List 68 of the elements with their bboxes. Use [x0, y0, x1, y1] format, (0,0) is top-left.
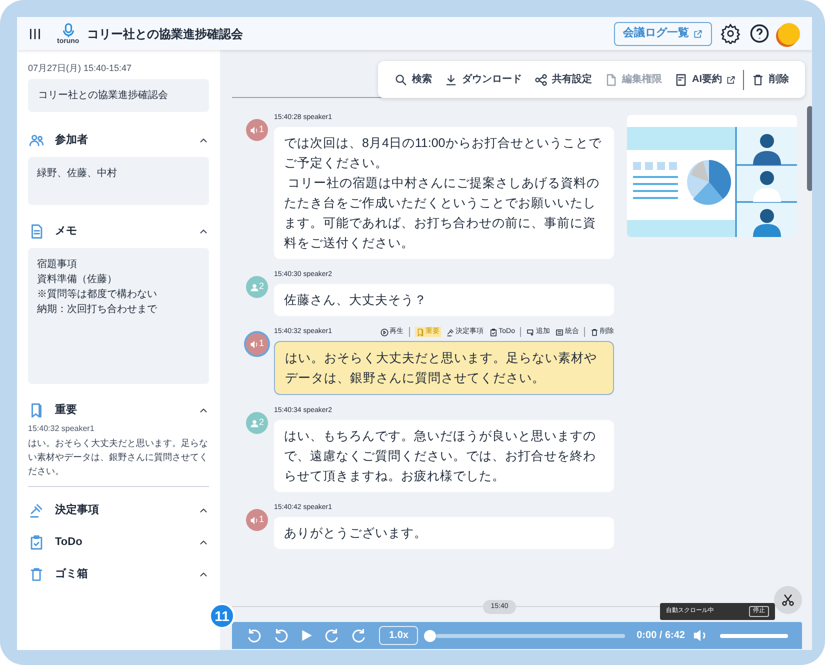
speaker-avatar: 1 [246, 509, 268, 531]
toolbar-button[interactable]: 検索 [394, 72, 432, 87]
playback-time: 0:00 / 6:42 [636, 629, 685, 643]
entry-meta: 15:40:32 speaker1 [28, 422, 96, 434]
play-icon [380, 328, 389, 336]
meeting-datetime: 07月27日(月) 15:40-15:47 [28, 62, 133, 75]
note-line: 緑野、佐藤、中村 [37, 166, 118, 180]
note-line: 資料準備（佐藤） [37, 272, 118, 286]
toolbar-button[interactable]: AI要約 [674, 72, 736, 87]
merge-icon [555, 328, 564, 336]
external-link-icon [726, 74, 736, 84]
volume-slider[interactable] [720, 634, 788, 638]
section-title: メモ [55, 224, 77, 239]
message-text: はい、もちろんです。急いだほうが良いと思いますので、遠慮なくご質問ください。では、お打合せを終わらせて頂きますね。お疲れ様でした。 [284, 428, 597, 485]
note-line: ※質問等は都度で構わない [37, 288, 158, 302]
trash-icon [590, 328, 599, 336]
gavel-icon [28, 502, 45, 518]
trash-icon [28, 566, 45, 582]
scissors-icon [781, 593, 795, 607]
speaker-avatar: 1 [246, 119, 268, 141]
toolbar-button[interactable]: 共有設定 [534, 72, 592, 87]
trash-icon [751, 72, 765, 86]
entry-text: はい。おそらく大丈夫だと思います。足らない素材やデータは、銀野さんに質問させてください。 [28, 436, 209, 478]
search-icon [394, 72, 408, 86]
add-icon [526, 328, 535, 336]
section-title: 決定事項 [55, 502, 99, 518]
menu-icon[interactable] [29, 28, 41, 40]
progress-track[interactable] [436, 634, 625, 638]
gavel-icon [446, 328, 455, 336]
section-title: 重要 [55, 402, 77, 418]
message-bubble[interactable]: 佐藤さん、大丈夫そう？ [274, 284, 614, 316]
progress-handle[interactable] [424, 630, 436, 642]
external-link-icon [693, 28, 703, 38]
speaker-avatar: 1 [246, 333, 268, 355]
toolbar-button[interactable]: 削除 [751, 72, 789, 87]
section-title: ToDo [55, 534, 82, 550]
message-bubble[interactable]: はい、もちろんです。急いだほうが良いと思いますので、遠慮なくご質問ください。では、お打合せを終わらせて頂きますね。お疲れ様でした。 [274, 420, 614, 492]
microphone-logo-icon [60, 22, 76, 38]
message-bubble[interactable]: はい。おそらく大丈夫だと思います。足らない素材やデータは、銀野さんに質問させてください。 [274, 341, 614, 395]
checkbox-icon [488, 328, 498, 336]
section-title: 参加者 [55, 132, 88, 148]
meeting-title: コリー社との協業進捗確認会 [87, 26, 244, 42]
message-bubble[interactable]: ありがとうございます。 [274, 517, 614, 549]
message-bubble[interactable]: では次回は、8月4日の11:00からお打合せということでご予定ください。 コリー社の宿題は中村さんにご提案さしあげる資料のたたき台をご作成いただくということでお願いいたします。可能であれば、お打ち合わせの前に、事前に資料をご送付ください。 [274, 127, 614, 259]
section-title: ゴミ箱 [55, 566, 88, 582]
document-icon [674, 72, 688, 86]
speaker-avatar: 2 [246, 412, 268, 434]
meeting-name-field[interactable]: コリー社との協業進捗確認会 [28, 78, 209, 112]
note-box[interactable]: 宿題事項 資料準備（佐藤） ※質問等は都度で構わない 納期：次回打ち合わせまで [28, 248, 209, 384]
message-text: 佐藤さん、大丈夫そう？ [284, 292, 428, 309]
note-line: 宿題事項 [37, 258, 78, 272]
toolbar-button[interactable]: ダウンロード [444, 72, 522, 87]
speaker-avatar: 2 [246, 276, 268, 298]
cut-button[interactable] [774, 586, 802, 614]
message-text: では次回は、8月4日の11:00からお打合せということでご予定ください。 [284, 135, 602, 172]
document-icon [604, 72, 618, 86]
share-icon [534, 72, 548, 86]
note-line: 納期：次回打ち合わせまで [37, 302, 158, 316]
message-text: コリー社の宿題は中村さんにご提案さしあげる資料のたたき台をご作成いただくということでお願いいたします。可能であれば、お打ち合わせの前に、事前に資料をご送付ください。 [284, 175, 600, 252]
bookmark-icon [416, 328, 425, 336]
download-icon [444, 72, 458, 86]
message-text: はい。おそらく大丈夫だと思います。足らない素材やデータは、銀野さんに質問させてください。 [285, 350, 598, 387]
message-text: ありがとうございます。 [284, 525, 428, 542]
note-box[interactable]: 緑野、佐藤、中村 [28, 156, 209, 204]
settings-icon[interactable] [720, 23, 741, 44]
help-icon[interactable] [749, 23, 770, 44]
clipboard-check-icon [28, 534, 45, 550]
user-avatar[interactable] [778, 22, 800, 44]
